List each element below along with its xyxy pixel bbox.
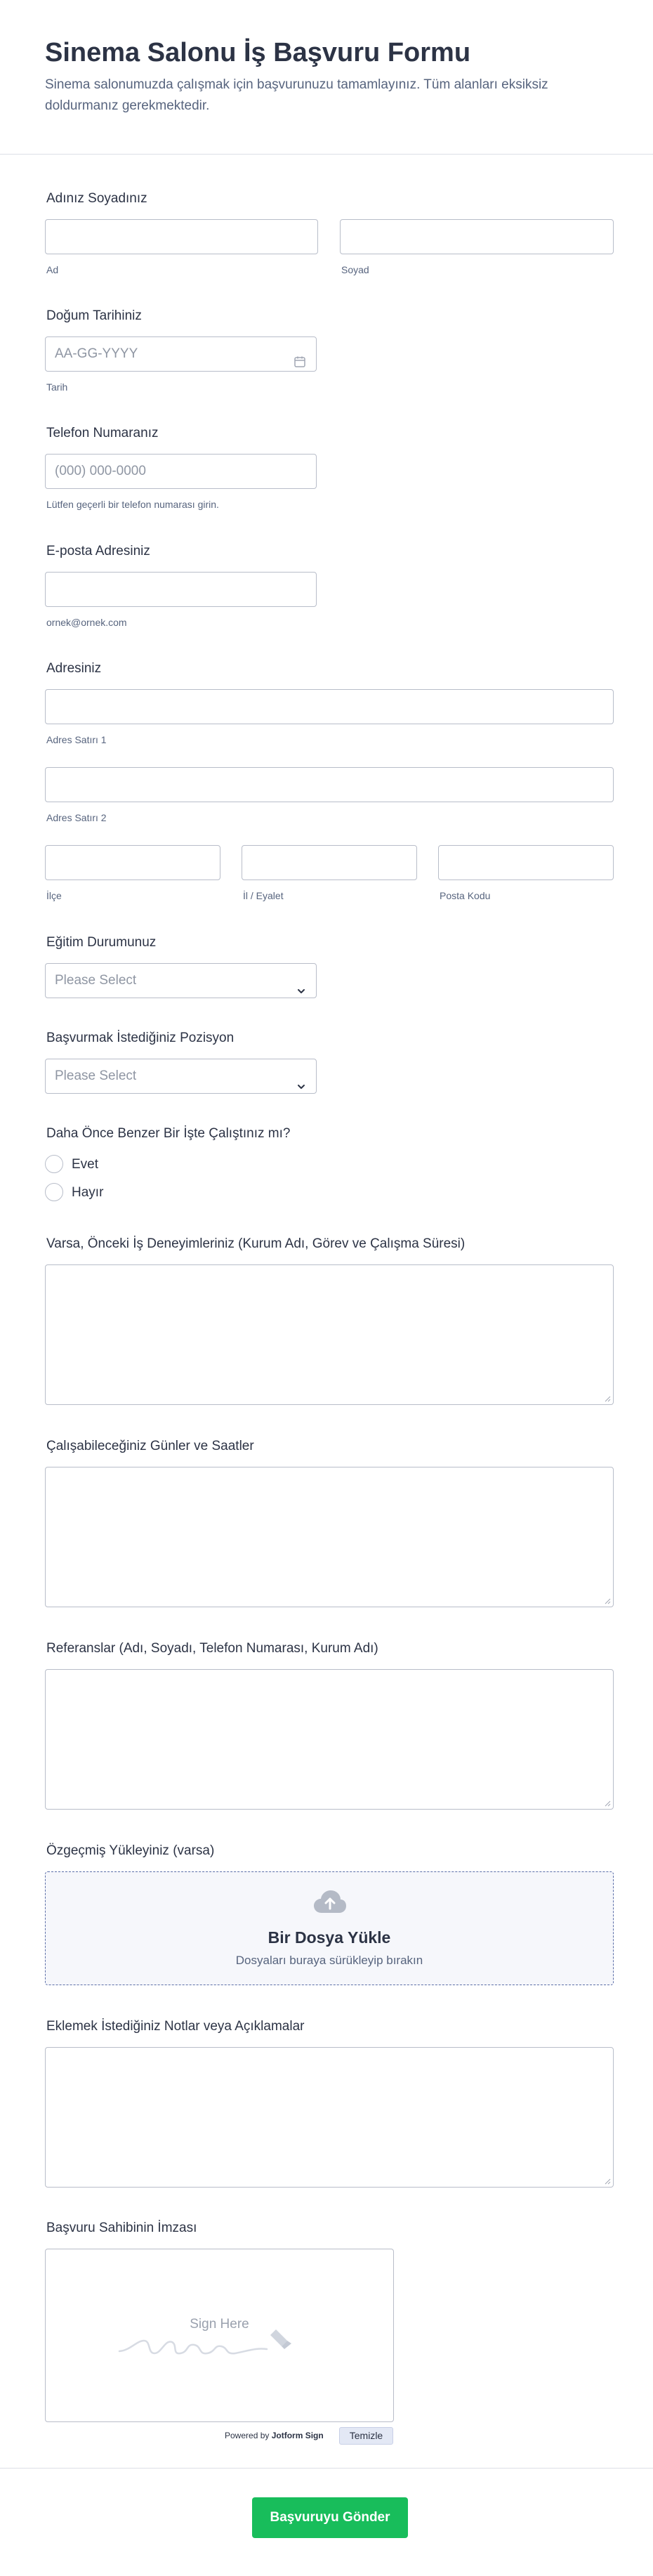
state-input[interactable] bbox=[242, 845, 417, 880]
birth-sublabel: Tarih bbox=[46, 381, 68, 393]
email-label: E-posta Adresiniz bbox=[46, 544, 150, 558]
address-line2-input[interactable] bbox=[45, 767, 614, 802]
first-name-sublabel: Ad bbox=[46, 264, 59, 275]
notes-label: Eklemek İstediğiniz Notlar veya Açıklama… bbox=[46, 2019, 305, 2034]
resize-handle-icon[interactable] bbox=[605, 2178, 611, 2185]
education-selected-value: Please Select bbox=[55, 973, 137, 988]
cloud-upload-icon bbox=[312, 1889, 348, 1919]
district-sublabel: İlçe bbox=[46, 890, 62, 901]
signature-clear-button[interactable]: Temizle bbox=[339, 2427, 393, 2445]
district-input[interactable] bbox=[45, 845, 220, 880]
powered-by: Powered by Jotform Sign bbox=[225, 2431, 324, 2440]
birth-date-input[interactable]: AA-GG-YYYY bbox=[45, 336, 317, 372]
upload-description: Dosyaları buraya sürükleyip bırakın bbox=[235, 1954, 423, 1967]
footer-divider bbox=[0, 2468, 653, 2469]
position-label: Başvurmak İstediğiniz Pozisyon bbox=[46, 1031, 235, 1045]
references-label: Referanslar (Adı, Soyadı, Telefon Numara… bbox=[46, 1641, 378, 1656]
education-label: Eğitim Durumunuz bbox=[46, 935, 157, 950]
radio-evet-label[interactable]: Evet bbox=[72, 1157, 98, 1172]
birth-date-placeholder: AA-GG-YYYY bbox=[55, 346, 138, 361]
phone-input[interactable]: (000) 000-0000 bbox=[45, 454, 317, 489]
availability-textarea[interactable] bbox=[45, 1467, 614, 1607]
phone-placeholder: (000) 000-0000 bbox=[55, 464, 146, 478]
radio-hayir[interactable] bbox=[45, 1183, 63, 1201]
radio-evet[interactable] bbox=[45, 1155, 63, 1173]
cv-label: Özgeçmiş Yükleyiniz (varsa) bbox=[46, 1843, 215, 1858]
postal-code-input[interactable] bbox=[438, 845, 614, 880]
form-header: Sinema Salonu İş Başvuru Formu Sinema sa… bbox=[0, 0, 653, 155]
name-label: Adınız Soyadınız bbox=[46, 191, 147, 206]
position-select[interactable]: Please Select bbox=[45, 1059, 317, 1094]
powered-by-brand[interactable]: Jotform Sign bbox=[272, 2431, 324, 2440]
powered-by-prefix: Powered by bbox=[225, 2431, 270, 2440]
upload-title: Bir Dosya Yükle bbox=[268, 1928, 391, 1947]
phone-label: Telefon Numaranız bbox=[46, 426, 159, 440]
birth-label: Doğum Tarihiniz bbox=[46, 308, 142, 323]
address-line1-input[interactable] bbox=[45, 689, 614, 724]
references-textarea[interactable] bbox=[45, 1669, 614, 1810]
file-upload-dropzone[interactable]: Bir Dosya Yükle Dosyaları buraya sürükle… bbox=[45, 1871, 614, 1985]
availability-label: Çalışabileceğiniz Günler ve Saatler bbox=[46, 1439, 254, 1453]
form-title: Sinema Salonu İş Başvuru Formu bbox=[45, 38, 471, 67]
chevron-down-icon bbox=[296, 1071, 306, 1089]
calendar-icon[interactable] bbox=[293, 348, 306, 381]
resize-handle-icon[interactable] bbox=[605, 1598, 611, 1604]
address-label: Adresiniz bbox=[46, 661, 102, 676]
signature-pad[interactable]: Sign Here bbox=[45, 2249, 394, 2422]
address-line1-sublabel: Adres Satırı 1 bbox=[46, 734, 107, 745]
email-input[interactable] bbox=[45, 572, 317, 607]
form-subtitle: Sinema salonumuzda çalışmak için başvuru… bbox=[45, 77, 548, 113]
first-name-input[interactable] bbox=[45, 219, 318, 254]
email-sublabel: ornek@ornek.com bbox=[46, 617, 127, 628]
phone-sublabel: Lütfen geçerli bir telefon numarası giri… bbox=[46, 499, 219, 510]
past-jobs-textarea[interactable] bbox=[45, 1264, 614, 1405]
signature-label: Başvuru Sahibinin İmzası bbox=[46, 2221, 197, 2235]
resize-handle-icon[interactable] bbox=[605, 1800, 611, 1807]
signature-illustration-icon bbox=[118, 2329, 291, 2355]
radio-hayir-label[interactable]: Hayır bbox=[72, 1185, 103, 1201]
notes-textarea[interactable] bbox=[45, 2047, 614, 2188]
resize-handle-icon[interactable] bbox=[605, 1396, 611, 1402]
position-selected-value: Please Select bbox=[55, 1068, 137, 1083]
education-select[interactable]: Please Select bbox=[45, 963, 317, 998]
state-sublabel: İl / Eyalet bbox=[243, 890, 284, 901]
past-jobs-label: Varsa, Önceki İş Deneyimleriniz (Kurum A… bbox=[46, 1236, 466, 1251]
experience-question-label: Daha Önce Benzer Bir İşte Çalıştınız mı? bbox=[46, 1126, 291, 1141]
last-name-input[interactable] bbox=[340, 219, 614, 254]
submit-button[interactable]: Başvuruyu Gönder bbox=[252, 2497, 408, 2538]
last-name-sublabel: Soyad bbox=[341, 264, 369, 275]
postal-code-sublabel: Posta Kodu bbox=[440, 890, 491, 901]
address-line2-sublabel: Adres Satırı 2 bbox=[46, 812, 107, 823]
chevron-down-icon bbox=[296, 976, 306, 993]
